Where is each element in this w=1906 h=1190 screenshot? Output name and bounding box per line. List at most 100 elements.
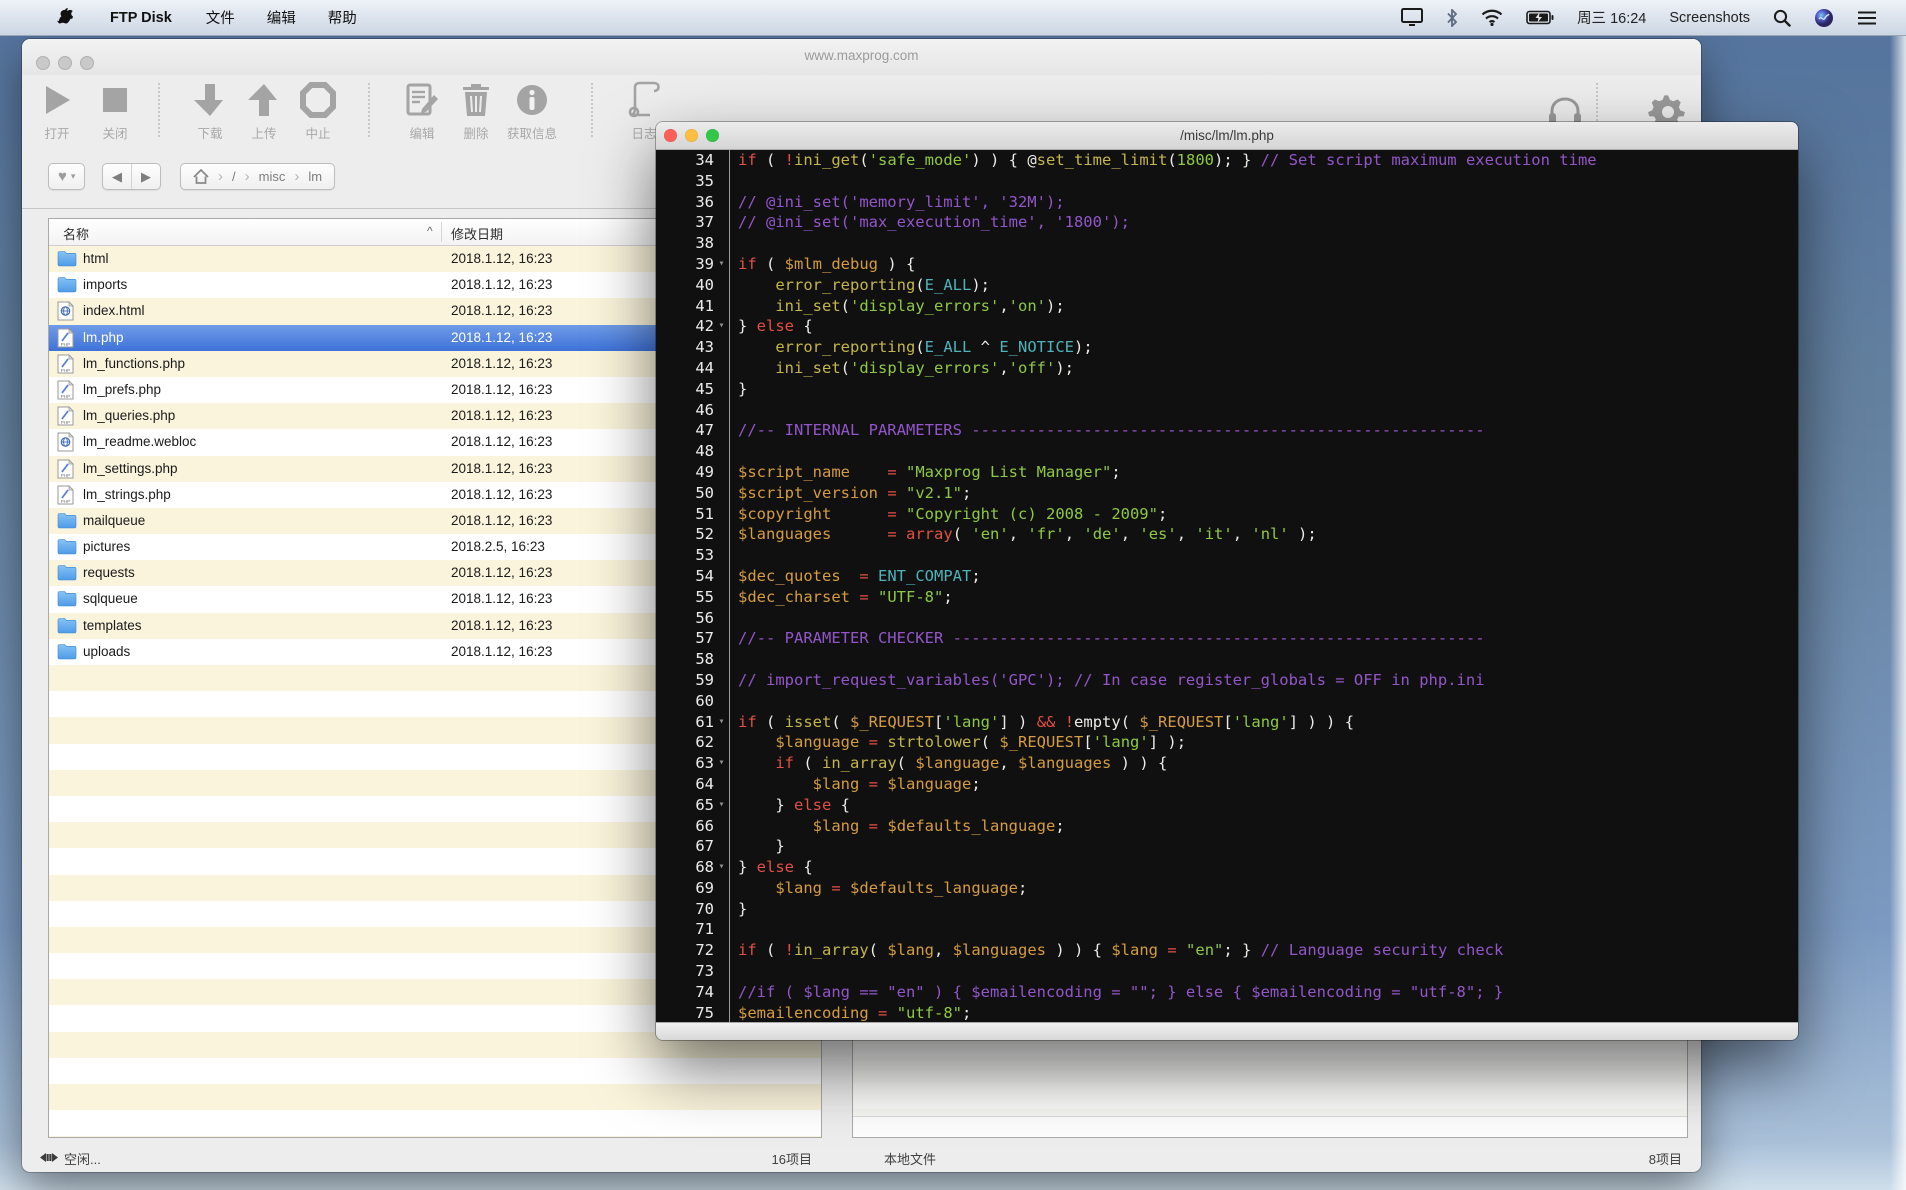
- menu-app-name[interactable]: FTP Disk: [92, 0, 190, 35]
- code-line: 39 ▾ if ( $mlm_debug ) {: [656, 254, 1798, 275]
- menu-file[interactable]: 文件: [190, 0, 251, 35]
- activity-status: 空闲...: [40, 1149, 101, 1168]
- fold-gutter: [714, 358, 729, 379]
- line-number: 43: [695, 338, 714, 357]
- folder-icon: [57, 642, 77, 662]
- folder-icon: [57, 589, 77, 609]
- menu-status-clock[interactable]: 周三 16:24: [1570, 0, 1653, 35]
- empty-row: [49, 1136, 821, 1137]
- abort-button[interactable]: 中止: [276, 79, 360, 142]
- line-number: 45: [695, 379, 714, 398]
- line-number: 66: [695, 816, 714, 835]
- fold-gutter: [714, 192, 729, 213]
- fold-arrow-icon[interactable]: ▾: [714, 857, 729, 878]
- favorites-button[interactable]: ♥ ▾: [48, 163, 86, 190]
- activity-text: 空闲...: [64, 1152, 101, 1167]
- code-text: $languages = array( 'en', 'fr', 'de', 'e…: [738, 525, 1317, 544]
- fold-gutter: [714, 566, 729, 587]
- forward-button[interactable]: ▶: [131, 164, 160, 189]
- home-icon[interactable]: [185, 164, 217, 189]
- fold-gutter: [714, 608, 729, 629]
- code-text: } else {: [738, 795, 850, 814]
- line-number: 53: [695, 546, 714, 565]
- file-modified-date: 2018.1.12, 16:23: [451, 486, 553, 502]
- line-number: 58: [695, 650, 714, 669]
- fold-gutter: [714, 940, 729, 961]
- toolbar-button-label: 下载: [197, 127, 223, 141]
- code-line: 55 $dec_charset = "UTF-8";: [656, 587, 1798, 608]
- file-modified-date: 2018.1.12, 16:23: [451, 251, 553, 266]
- wifi-icon[interactable]: [1474, 0, 1510, 35]
- line-number: 69: [695, 878, 714, 897]
- toolbar-separator: [591, 83, 593, 137]
- breadcrumb-item-misc[interactable]: misc: [251, 164, 294, 189]
- code-line: 71: [656, 919, 1798, 940]
- scroll-icon: [627, 79, 661, 121]
- ftp-titlebar[interactable]: www.maxprog.com: [22, 39, 1701, 75]
- fold-gutter: [714, 836, 729, 857]
- battery-icon[interactable]: [1519, 0, 1561, 35]
- menu-edit[interactable]: 编辑: [251, 0, 312, 35]
- menu-status-screenshots-menu[interactable]: Screenshots: [1662, 0, 1757, 35]
- apple-menu[interactable]: [38, 0, 92, 35]
- editor-window: /misc/lm/lm.php 34 if ( !ini_get('safe_mo…: [656, 122, 1798, 1040]
- code-line: 45}: [656, 379, 1798, 400]
- fold-arrow-icon[interactable]: ▾: [714, 795, 729, 816]
- sort-ascending-icon[interactable]: ^: [427, 224, 433, 238]
- empty-row: [853, 1083, 1687, 1109]
- code-line: 70}: [656, 899, 1798, 920]
- fold-gutter: [714, 233, 729, 254]
- notification-center-icon[interactable]: [1850, 0, 1884, 35]
- code-line: 47 //-- INTERNAL PARAMETERS -------------…: [656, 420, 1798, 441]
- code-text: ini_set('display_errors','on');: [775, 296, 1065, 315]
- line-number: 67: [695, 837, 714, 856]
- breadcrumb-item-lm[interactable]: lm: [300, 164, 330, 189]
- code-line: 59 // import_request_variables('GPC'); //…: [656, 670, 1798, 691]
- file-icon: PHP: [57, 327, 77, 348]
- column-divider[interactable]: [441, 222, 442, 242]
- close-button[interactable]: 关闭: [73, 79, 157, 142]
- bluetooth-icon[interactable]: [1439, 0, 1465, 35]
- menu-help[interactable]: 帮助: [312, 0, 373, 35]
- code-line: 43 error_reporting(E_ALL ^ E_NOTICE);: [656, 337, 1798, 358]
- fold-arrow-icon[interactable]: ▾: [714, 254, 729, 275]
- play-icon: [40, 79, 74, 121]
- code-text: if ( $mlm_debug ) {: [738, 254, 916, 273]
- folder-icon: [57, 511, 77, 531]
- code-line: 67 }: [656, 836, 1798, 857]
- code-line: 37 // @ini_set('max_execution_time', '180…: [656, 212, 1798, 233]
- toolbar-button-label: 打开: [44, 127, 70, 141]
- editor-titlebar[interactable]: /misc/lm/lm.php: [656, 122, 1798, 150]
- info-button[interactable]: 获取信息: [490, 79, 574, 142]
- code-editor[interactable]: 34 if ( !ini_get('safe_mode') ) { @set_ti…: [656, 150, 1798, 1022]
- breadcrumb-item-/[interactable]: /: [224, 164, 244, 189]
- fold-gutter: [714, 400, 729, 421]
- code-text: // @ini_set('max_execution_time', '1800'…: [738, 213, 1130, 232]
- fold-arrow-icon[interactable]: ▾: [714, 753, 729, 774]
- code-line: 57 //-- PARAMETER CHECKER ---------------…: [656, 628, 1798, 649]
- horizontal-scrollbar[interactable]: [853, 1116, 1687, 1137]
- file-name: lm_functions.php: [83, 355, 186, 371]
- back-button[interactable]: ◀: [103, 164, 131, 189]
- code-line: 51 $copyright = "Copyright (c) 2008 - 200…: [656, 504, 1798, 525]
- spotlight-icon[interactable]: [1766, 0, 1798, 35]
- fold-arrow-icon[interactable]: ▾: [714, 712, 729, 733]
- display-icon[interactable]: [1394, 0, 1430, 35]
- code-text: } else {: [738, 317, 813, 336]
- code-text: $copyright = "Copyright (c) 2008 - 2009"…: [738, 504, 1168, 523]
- fold-arrow-icon[interactable]: ▾: [714, 316, 729, 337]
- siri-icon[interactable]: [1807, 0, 1841, 35]
- fold-gutter: [714, 1003, 729, 1022]
- column-header-date[interactable]: 修改日期: [451, 224, 503, 243]
- column-header-name[interactable]: 名称: [63, 224, 89, 243]
- chevron-down-icon: ▾: [70, 171, 76, 181]
- line-number: 46: [695, 400, 714, 419]
- code-text: if ( isset( $_REQUEST['lang'] ) && !empt…: [738, 712, 1355, 731]
- svg-text:PHP: PHP: [61, 394, 70, 399]
- line-number: 70: [695, 899, 714, 918]
- code-text: //-- PARAMETER CHECKER -----------------…: [738, 629, 1485, 648]
- code-text: $dec_quotes = ENT_COMPAT;: [738, 566, 981, 585]
- fold-gutter: [714, 628, 729, 649]
- desktop: FTP Disk 文件 编辑 帮助 周三 16:24 Screenshots ww…: [0, 0, 1906, 1190]
- fold-gutter: [714, 732, 729, 753]
